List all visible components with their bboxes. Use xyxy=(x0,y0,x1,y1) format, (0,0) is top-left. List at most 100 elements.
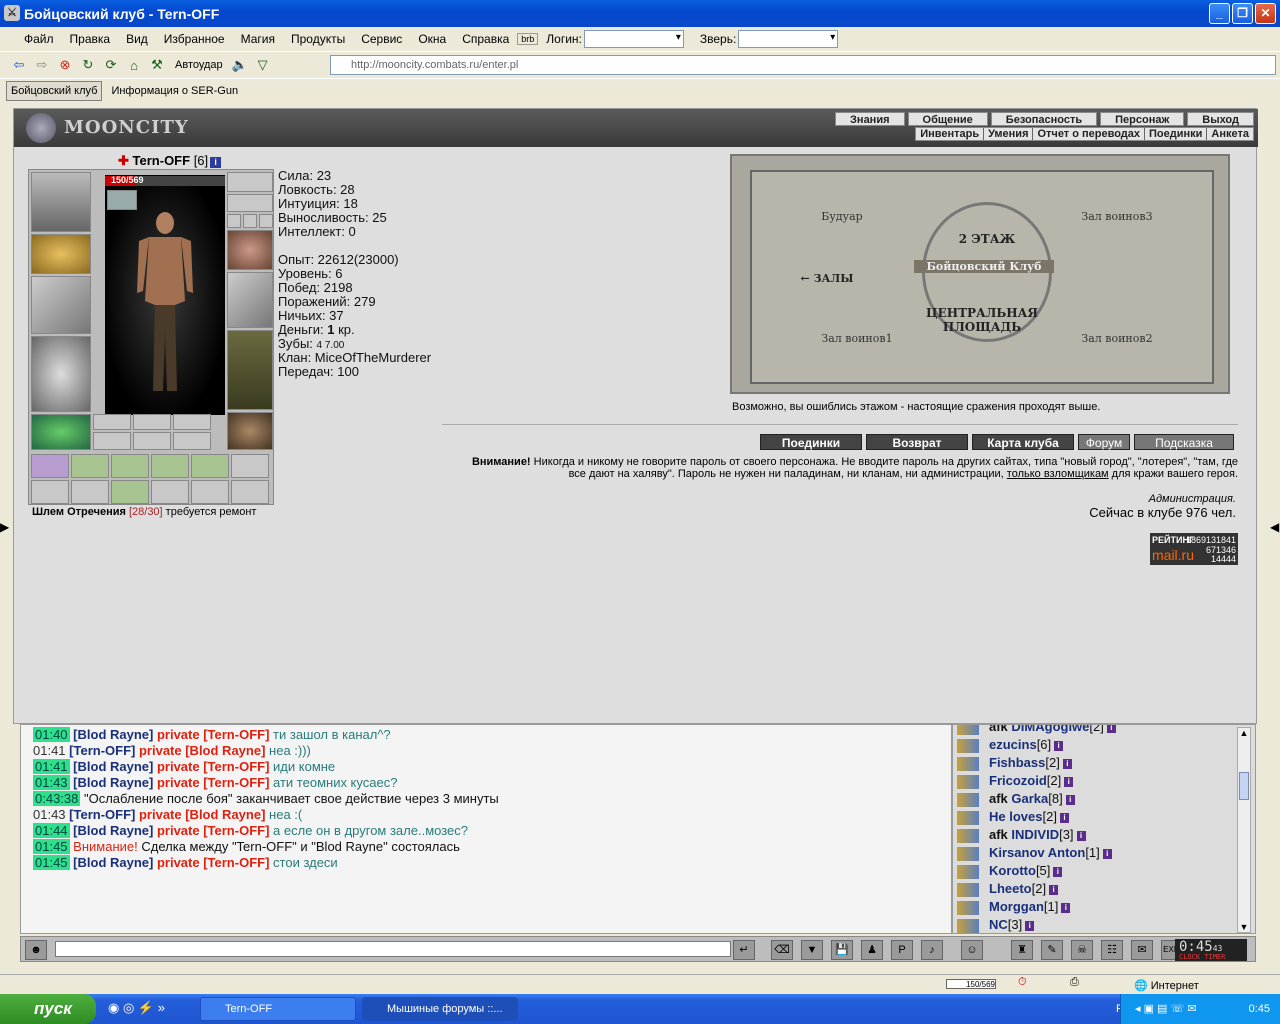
user-name[interactable]: Garka xyxy=(1011,791,1048,806)
forward-icon[interactable]: ⇨ xyxy=(31,55,53,75)
subnav-skills[interactable]: Умения xyxy=(984,128,1034,140)
reload-icon[interactable]: ⟳ xyxy=(100,55,122,75)
chat-private-tag[interactable]: private [Blod Rayne] xyxy=(139,807,265,822)
chat-private-tag[interactable]: private [Tern-OFF] xyxy=(157,855,269,870)
scroll-slot-4[interactable] xyxy=(151,454,189,478)
ring3-slot[interactable] xyxy=(259,214,273,228)
login-select[interactable] xyxy=(583,30,684,48)
hint-button[interactable]: Подсказка xyxy=(1134,434,1234,450)
user-list-item[interactable]: NC[3] i xyxy=(957,917,1035,933)
chat-sender[interactable]: [Blod Rayne] xyxy=(73,775,153,790)
map-room-fight-club[interactable]: Бойцовский Клуб xyxy=(914,260,1054,273)
user-list-item[interactable]: Lheeto[2] i xyxy=(957,881,1059,899)
user-list-item[interactable]: Kirsanov Anton[1] i xyxy=(957,845,1112,863)
address-bar[interactable]: http://mooncity.combats.ru/enter.pl xyxy=(330,55,1276,75)
rune-slot-6[interactable] xyxy=(173,432,211,450)
private-message-icon[interactable] xyxy=(957,882,979,897)
map-room-warriors3[interactable]: Зал воинов3 xyxy=(1052,210,1182,223)
maximize-button[interactable]: ❐ xyxy=(1232,3,1253,24)
scroll-slot-11[interactable] xyxy=(191,480,229,504)
chat-sender[interactable]: [Blod Rayne] xyxy=(73,759,153,774)
chat-private-tag[interactable]: private [Tern-OFF] xyxy=(157,727,269,742)
forum-button[interactable]: Форум xyxy=(1078,434,1130,450)
boots-slot[interactable] xyxy=(227,412,273,450)
scroll-down-icon[interactable]: ▼ xyxy=(1238,922,1250,932)
scroll-slot-6[interactable] xyxy=(231,454,269,478)
club-map-button[interactable]: Карта клуба xyxy=(972,434,1074,450)
return-button[interactable]: Возврат xyxy=(866,434,968,450)
mask-icon[interactable]: ☠ xyxy=(1071,940,1093,960)
user-info-icon[interactable]: i xyxy=(1064,776,1074,787)
user-info-icon[interactable]: i xyxy=(1102,848,1112,859)
chat-private-tag[interactable]: Внимание! xyxy=(73,839,138,854)
user-name[interactable]: Lheeto xyxy=(989,881,1032,896)
chat-sender[interactable]: [Blod Rayne] xyxy=(73,823,153,838)
user-list-item[interactable]: afk Garka[8] i xyxy=(957,791,1075,809)
mailru-rating-counter[interactable]: РЕЙТИНГ mail.ru 1869131841 671346 14444 xyxy=(1150,533,1238,565)
user-list-item[interactable]: Fishbass[2] i xyxy=(957,755,1072,773)
user-info-icon[interactable]: i xyxy=(1025,920,1035,931)
rune-slot-2[interactable] xyxy=(133,414,171,430)
user-list-item[interactable]: ezucins[6] i xyxy=(957,737,1064,755)
chat-private-tag[interactable]: private [Tern-OFF] xyxy=(157,759,269,774)
menu-file[interactable]: Файл xyxy=(16,32,62,46)
armor-slot[interactable] xyxy=(31,336,91,412)
earrings-slot[interactable] xyxy=(227,172,273,192)
rune-slot-5[interactable] xyxy=(133,432,171,450)
map-square-line2[interactable]: ПЛОЩАДЬ xyxy=(922,320,1042,334)
menu-windows[interactable]: Окна xyxy=(410,32,454,46)
user-name[interactable]: Korotto xyxy=(989,863,1036,878)
nav-exit[interactable]: Выход xyxy=(1187,112,1254,126)
left-panel-toggle[interactable]: ▶ xyxy=(0,520,10,560)
chat-time[interactable]: 01:43 xyxy=(33,807,66,822)
clear-icon[interactable]: ⌫ xyxy=(771,940,793,960)
user-list-item[interactable]: Fricozoid[2] i xyxy=(957,773,1074,791)
user-info-icon[interactable]: i xyxy=(1054,740,1064,751)
user-list-item[interactable]: He loves[2] i xyxy=(957,809,1069,827)
start-button[interactable]: пуск xyxy=(0,994,96,1024)
chat-time[interactable]: 01:45 xyxy=(33,839,70,854)
chat-sender[interactable]: [Tern-OFF] xyxy=(69,743,135,758)
chat-sender[interactable]: [Blod Rayne] xyxy=(73,727,153,742)
chat-time[interactable]: 01:40 xyxy=(33,727,70,742)
nav-knowledge[interactable]: Знания xyxy=(835,112,905,126)
user-list-item[interactable]: Morggan[1] i xyxy=(957,899,1071,917)
map-room-warriors2[interactable]: Зал воинов2 xyxy=(1052,332,1182,345)
sound-icon[interactable]: 🔈 xyxy=(229,55,251,75)
private-message-icon[interactable] xyxy=(957,738,979,753)
tab-ser-gun[interactable]: Информация о SER-Gun xyxy=(106,81,243,101)
refresh-icon[interactable]: ↻ xyxy=(77,55,99,75)
user-info-icon[interactable]: i xyxy=(1065,794,1075,805)
subnav-profile[interactable]: Анкета xyxy=(1207,128,1253,140)
rune-slot-4[interactable] xyxy=(93,432,131,450)
stop-icon[interactable]: ⊗ xyxy=(54,55,76,75)
menu-help[interactable]: Справка xyxy=(454,32,517,46)
action-icon[interactable]: ♟ xyxy=(861,940,883,960)
chat-time[interactable]: 01:45 xyxy=(33,855,70,870)
scroll-slot-12[interactable] xyxy=(231,480,269,504)
private-message-icon[interactable] xyxy=(957,846,979,861)
private-message-icon[interactable] xyxy=(957,864,979,879)
user-name[interactable]: DIMAgogiwe xyxy=(1011,725,1089,734)
users-scrollbar[interactable]: ▲ ▼ xyxy=(1237,727,1251,933)
user-info-icon[interactable]: i xyxy=(1053,866,1063,877)
scroll-thumb[interactable] xyxy=(1239,772,1249,800)
inventory-icon[interactable]: ♜ xyxy=(1011,940,1033,960)
hackers-link[interactable]: только взломщикам xyxy=(1007,468,1109,480)
scroll-up-icon[interactable]: ▲ xyxy=(1238,728,1250,738)
menu-service[interactable]: Сервис xyxy=(353,32,410,46)
filter-icon[interactable]: ▽ xyxy=(252,55,274,75)
private-message-icon[interactable] xyxy=(957,774,979,789)
scroll-slot-10[interactable] xyxy=(151,480,189,504)
chat-time[interactable]: 0:43:38 xyxy=(33,791,81,806)
scroll-slot-5[interactable] xyxy=(191,454,229,478)
chat-private-tag[interactable]: private [Tern-OFF] xyxy=(157,823,269,838)
tab-fight-club[interactable]: Бойцовский клуб xyxy=(6,81,103,101)
nav-security[interactable]: Безопасность xyxy=(990,112,1098,126)
chat-time[interactable]: 01:41 xyxy=(33,759,70,774)
minimize-button[interactable]: _ xyxy=(1209,3,1230,24)
user-name[interactable]: He loves xyxy=(989,809,1042,824)
user-name[interactable]: Kirsanov Anton xyxy=(989,845,1085,860)
user-info-icon[interactable]: i xyxy=(1076,830,1086,841)
translit-icon[interactable]: Р xyxy=(891,940,913,960)
